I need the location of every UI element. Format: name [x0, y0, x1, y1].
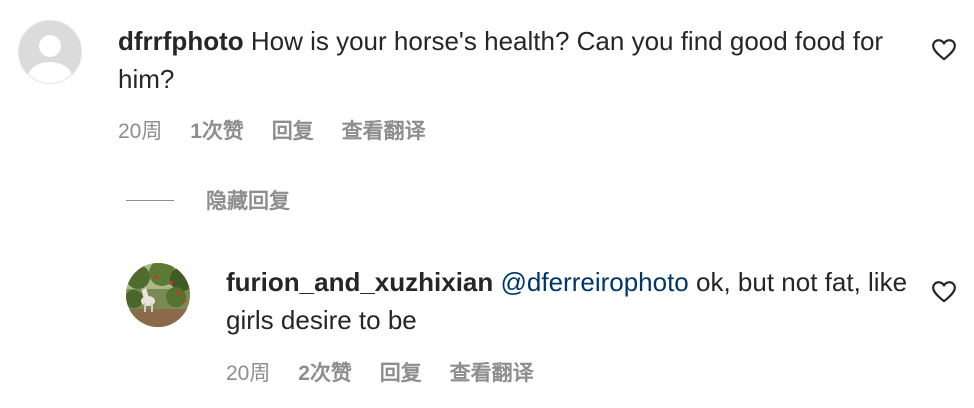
heart-outline-icon — [932, 281, 956, 303]
reply-time[interactable]: 20周 — [226, 362, 270, 385]
reply-body: furion_and_xuzhixian @dferreirophoto ok,… — [226, 263, 916, 339]
comment-likes[interactable]: 1次赞 — [190, 120, 244, 143]
hide-replies-divider — [126, 199, 174, 201]
translate-button[interactable]: 查看翻译 — [342, 120, 426, 143]
comment-body: dfrrfphoto How is your horse's health? C… — [118, 22, 898, 98]
comment-username[interactable]: dfrrfphoto — [118, 26, 244, 56]
reply-button[interactable]: 回复 — [272, 120, 314, 143]
default-avatar-icon — [19, 21, 81, 83]
reply-username[interactable]: furion_and_xuzhixian — [226, 267, 493, 297]
comment-time[interactable]: 20周 — [118, 120, 162, 143]
reply-mention[interactable]: @dferreirophoto — [501, 267, 689, 297]
like-button[interactable] — [931, 37, 957, 63]
user-avatar[interactable] — [126, 263, 190, 327]
reply-likes[interactable]: 2次赞 — [298, 362, 352, 385]
reply-button[interactable]: 回复 — [380, 362, 422, 385]
horse-orchard-avatar-icon — [126, 263, 190, 327]
translate-button[interactable]: 查看翻译 — [450, 362, 534, 385]
comment-meta: 20周 1次赞 回复 查看翻译 — [118, 115, 448, 145]
reply-meta: 20周 2次赞 回复 查看翻译 — [226, 357, 556, 387]
like-button[interactable] — [931, 279, 957, 305]
user-avatar[interactable] — [18, 20, 82, 84]
hide-replies-label: 隐藏回复 — [206, 190, 290, 213]
hide-replies-button[interactable]: 隐藏回复 — [126, 184, 290, 216]
heart-outline-icon — [932, 39, 956, 61]
